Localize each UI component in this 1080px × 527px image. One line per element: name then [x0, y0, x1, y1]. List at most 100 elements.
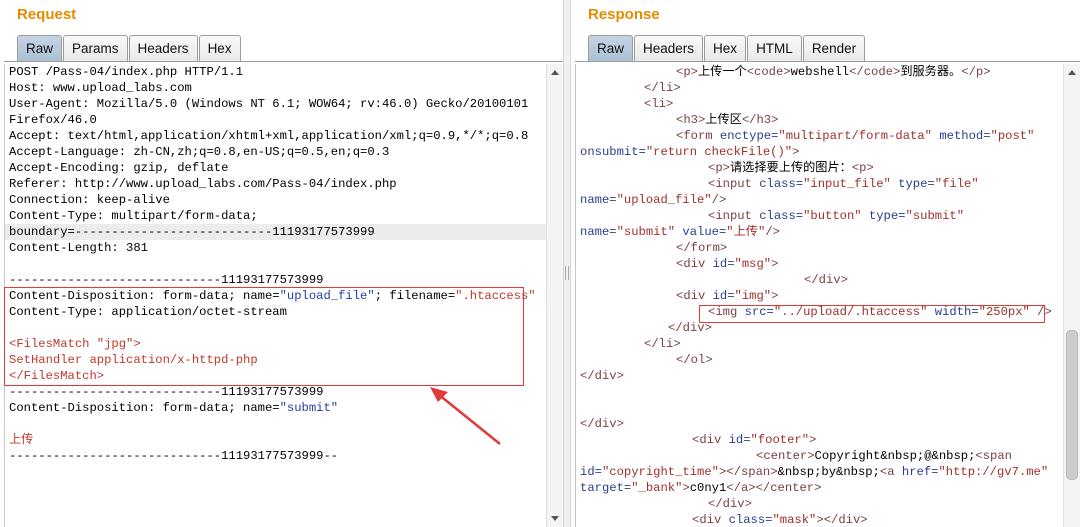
response-token: </div> — [708, 497, 752, 511]
request-token: Content-Disposition: form-data; name= — [9, 401, 280, 415]
response-token: > — [809, 433, 817, 447]
response-line: <div class="mask"></div> — [692, 512, 868, 527]
response-line: onsubmit="return checkFile()"> — [580, 144, 799, 160]
request-tab-rule — [4, 61, 563, 62]
response-tab-render[interactable]: Render — [802, 35, 866, 62]
response-token: id= — [580, 465, 602, 479]
pane-splitter[interactable] — [563, 0, 571, 527]
response-line: <input class="button" type="submit" — [708, 208, 964, 224]
response-tab-raw[interactable]: Raw — [588, 35, 634, 62]
request-line: Content-Disposition: form-data; name="su… — [9, 400, 338, 416]
response-token: "upload_file" — [616, 193, 712, 207]
response-scrollbar[interactable] — [1063, 64, 1080, 527]
response-token: enctype= — [719, 129, 779, 143]
response-line: </div> — [580, 368, 624, 384]
response-title: Response — [588, 6, 660, 23]
response-token: </div> — [580, 417, 624, 431]
response-line: </form> — [676, 240, 727, 256]
response-token: "250px" — [978, 305, 1030, 319]
response-token: class= — [759, 177, 804, 191]
response-line: </div> — [708, 496, 752, 512]
response-line: name="submit" value="上传"/> — [580, 224, 780, 240]
response-tab-rule — [575, 61, 1080, 62]
response-text[interactable]: <p>上传一个<code>webshell</code>到服务器。</p> </l… — [576, 64, 1063, 527]
response-tab-hex[interactable]: Hex — [704, 35, 747, 62]
response-token: <code> — [746, 65, 791, 79]
response-editor[interactable]: <p>上传一个<code>webshell</code>到服务器。</p> </l… — [575, 64, 1080, 527]
response-token: name= — [580, 225, 617, 239]
response-line: <h3>上传区</h3> — [676, 112, 778, 128]
request-line: Accept-Encoding: gzip, deflate — [9, 161, 229, 175]
response-token: <input — [708, 177, 760, 191]
response-line: <div id="footer"> — [692, 432, 816, 448]
request-line: </FilesMatch> — [9, 369, 105, 383]
request-line: SetHandler application/x-httpd-php — [9, 353, 258, 367]
response-line: </li> — [644, 80, 681, 96]
scroll-up-icon[interactable] — [1064, 64, 1080, 81]
response-token: </form> — [676, 241, 728, 255]
response-token: webshell — [790, 65, 850, 79]
scroll-thumb[interactable] — [1066, 330, 1078, 480]
response-line: <form enctype="multipart/form-data" meth… — [676, 128, 1034, 144]
request-line: Firefox/46.0 — [9, 113, 97, 127]
response-token: "submit" — [616, 225, 676, 239]
response-pane: Response Raw Headers Hex HTML Render <p>上传一个… — [571, 0, 1080, 527]
response-line: </div> — [580, 416, 624, 432]
response-token: <span — [975, 449, 1012, 463]
request-tab-raw[interactable]: Raw — [17, 35, 63, 62]
response-token: "input_file" — [803, 177, 891, 191]
response-token: </a> — [726, 481, 756, 495]
response-token: type= — [890, 177, 935, 191]
request-text[interactable]: POST /Pass-04/index.php HTTP/1.1 Host: ww… — [5, 64, 546, 527]
response-line: <input class="input_file" type="file" — [708, 176, 979, 192]
response-token: "submit" — [905, 209, 965, 223]
scroll-up-icon[interactable] — [547, 64, 563, 81]
response-token: <h3> — [676, 113, 706, 127]
splitter-grip-icon[interactable] — [565, 266, 569, 280]
response-token: method= — [932, 129, 991, 143]
request-tab-params[interactable]: Params — [63, 35, 128, 62]
response-token: <div — [692, 513, 729, 527]
response-token: "上传" — [726, 225, 766, 239]
response-token: 请选择要上传的图片： — [729, 161, 852, 175]
response-token: 到服务器。 — [900, 65, 962, 79]
response-token: "copyright_time" — [601, 465, 719, 479]
response-token: /> — [1029, 305, 1052, 319]
response-line: <img src="../upload/.htaccess" width="25… — [708, 304, 1052, 320]
response-token: <p> — [851, 161, 874, 175]
response-line: <p>请选择要上传的图片：<p> — [708, 160, 874, 176]
response-token: target= — [580, 481, 632, 495]
response-token: </ol> — [676, 353, 713, 367]
request-tab-hex[interactable]: Hex — [198, 35, 241, 62]
request-line: -----------------------------11193177573… — [9, 449, 339, 463]
response-token: "http://gv7.me" — [938, 465, 1049, 479]
response-token: name= — [580, 193, 617, 207]
response-token: </span> — [726, 465, 778, 479]
request-scrollbar[interactable] — [546, 64, 563, 527]
arrow-annotation — [430, 387, 501, 445]
response-token: "img" — [734, 289, 772, 303]
response-token: <p> — [708, 161, 730, 175]
response-token: </div> — [668, 321, 712, 335]
request-line: Content-Disposition: form-data; name="up… — [9, 288, 536, 304]
request-token: "submit" — [279, 401, 339, 415]
response-token: <p> — [676, 65, 698, 79]
response-token: type= — [861, 209, 906, 223]
request-editor[interactable]: POST /Pass-04/index.php HTTP/1.1 Host: ww… — [4, 64, 563, 527]
response-line: </li> — [644, 336, 681, 352]
response-token: "footer" — [750, 433, 810, 447]
request-tabs: Raw Params Headers Hex — [17, 35, 242, 62]
response-token: <div — [692, 433, 729, 447]
response-tab-headers[interactable]: Headers — [634, 35, 704, 62]
request-tab-headers[interactable]: Headers — [128, 35, 198, 62]
request-line: Accept: text/html,application/xhtml+xml,… — [9, 129, 529, 143]
response-token: > — [792, 145, 800, 159]
response-line: <div id="img"> — [676, 288, 778, 304]
scroll-down-icon[interactable] — [547, 510, 563, 527]
response-token: </div> — [823, 513, 868, 527]
request-line: User-Agent: Mozilla/5.0 (Windows NT 6.1;… — [9, 97, 529, 111]
request-line: -----------------------------11193177573… — [9, 273, 324, 287]
response-tab-html[interactable]: HTML — [747, 35, 802, 62]
response-token: </div> — [804, 273, 848, 287]
response-token: "msg" — [734, 257, 772, 271]
